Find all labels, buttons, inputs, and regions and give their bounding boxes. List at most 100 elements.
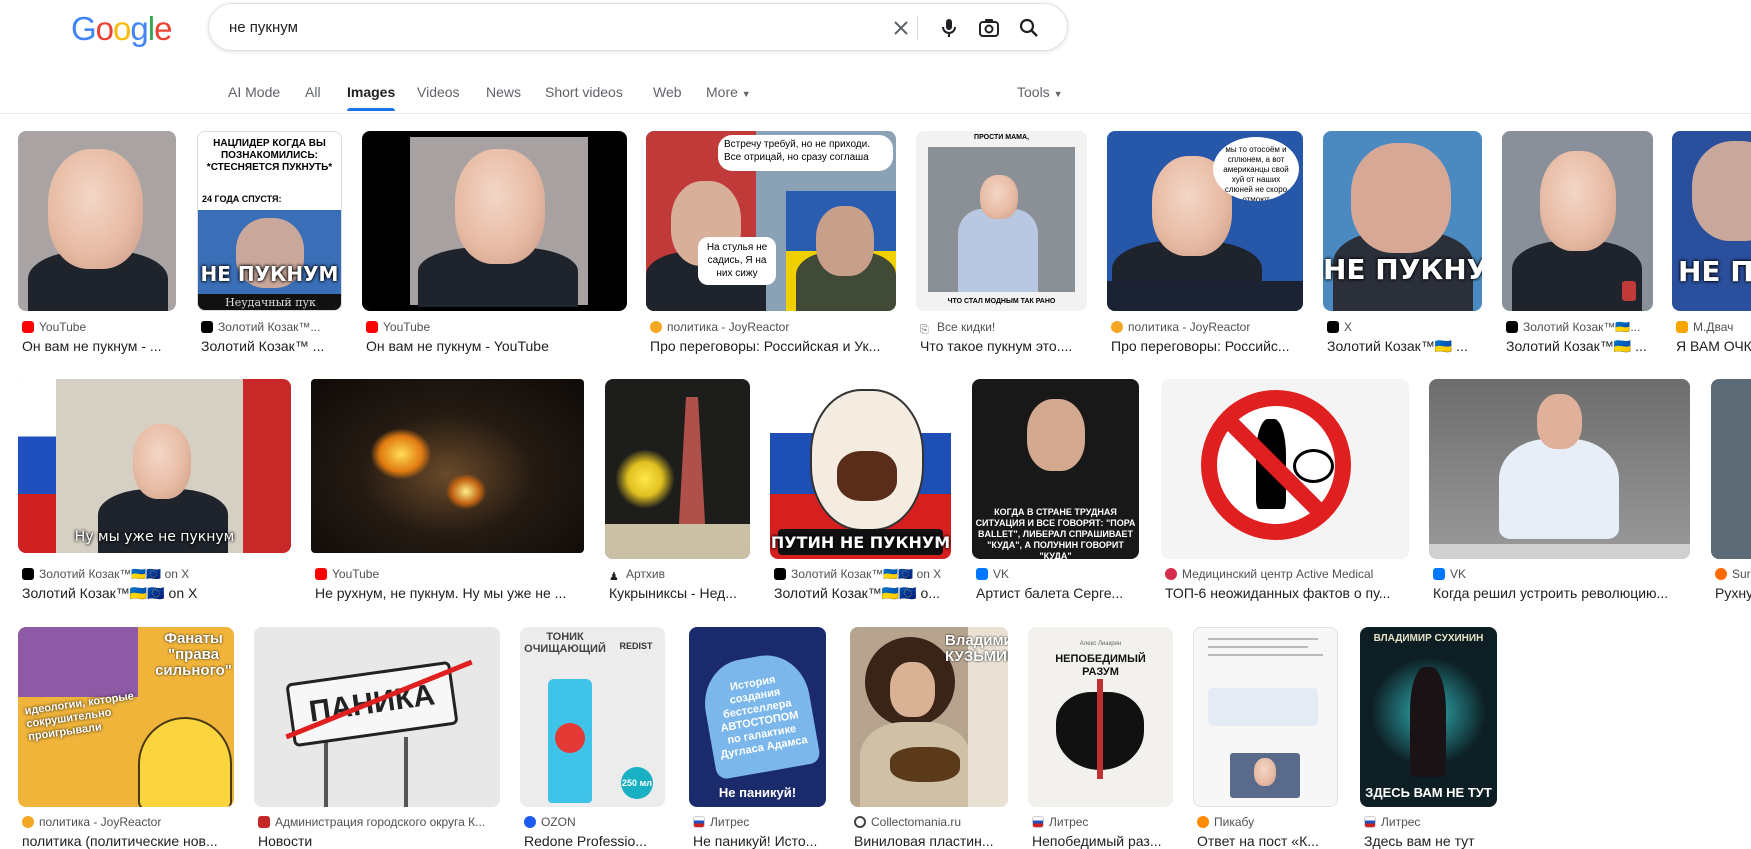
microphone-icon[interactable]: [937, 16, 961, 40]
source-label: Collectomania.ru: [871, 815, 962, 829]
source-label: Администрация городского округа К...: [275, 815, 486, 829]
tab-ai-mode[interactable]: AI Mode: [228, 84, 280, 100]
face-shape: [1540, 151, 1616, 251]
result-thumbnail: Фанаты "права сильного" идеологии, котор…: [18, 627, 234, 807]
result-source: Медицинский центр Active Medical: [1165, 567, 1410, 581]
face-shape: [816, 206, 874, 276]
result-thumbnail: НАЦЛИДЕР КОГДА ВЫ ПОЗНАКОМИЛИСЬ: *СТЕСНЯ…: [197, 131, 342, 311]
result-source: М.Двач: [1676, 320, 1751, 334]
result-source: Литрес: [693, 815, 827, 829]
desk-shape: [1429, 544, 1690, 559]
result-source: Литрес: [1364, 815, 1498, 829]
dvach-icon: [1676, 321, 1688, 333]
rage-face-shape: [810, 389, 924, 531]
result-source: YouTube: [22, 320, 177, 334]
result-title[interactable]: Когда решил устроить революцию...: [1433, 585, 1691, 601]
header-divider: [0, 113, 1751, 114]
tools-label: Tools: [1017, 84, 1050, 100]
result-title[interactable]: Кукрыниксы - Нед...: [609, 585, 751, 601]
source-label: М.Двач: [1693, 320, 1734, 334]
result-title[interactable]: Я ВАМ ОЧК: [1676, 338, 1751, 354]
standard-flag: [243, 379, 291, 553]
sign-post: [404, 737, 408, 807]
tools-button[interactable]: Tools ▼: [1017, 84, 1063, 100]
result-title[interactable]: Золотий Козак™🇺🇦🇪🇺 on X: [22, 585, 292, 602]
russian-flag: [18, 379, 56, 553]
pikabu-icon: [1197, 816, 1209, 828]
result-title[interactable]: Золотий Козак™ ...: [201, 338, 341, 354]
result-title[interactable]: Не рухнум, не пукнум. Ну мы уже не ...: [315, 585, 585, 601]
source-label: Sur: [1732, 567, 1751, 581]
meme-caption: НЕ ПУКНУМ: [200, 262, 339, 286]
result-thumbnail: ПУТИН НЕ ПУКНУМ: [770, 379, 951, 559]
collectomania-icon: [854, 816, 866, 828]
source-label: политика - JoyReactor: [667, 320, 790, 334]
source-label: политика - JoyReactor: [1128, 320, 1251, 334]
chevron-down-icon: ▼: [741, 89, 751, 99]
meme-caption: НЕ ПУКНУМ: [1323, 253, 1482, 286]
tab-more-label: More: [706, 84, 738, 100]
result-title[interactable]: Артист балета Серге...: [976, 585, 1140, 601]
lens-camera-icon[interactable]: [977, 16, 1001, 40]
tab-all[interactable]: All: [305, 84, 321, 100]
x-icon: [1327, 321, 1339, 333]
face-shape: [980, 175, 1018, 219]
clear-icon[interactable]: [889, 16, 913, 40]
tab-more[interactable]: More ▼: [706, 84, 751, 100]
result-source: ⎘ Все кидки!: [920, 320, 1088, 336]
image-result[interactable]: НЕ П М.Двач Я ВАМ ОЧК: [1672, 131, 1751, 361]
face-shape: [455, 149, 545, 264]
tab-web[interactable]: Web: [653, 84, 682, 100]
video-frame: [410, 137, 588, 307]
source-label: Литрес: [1049, 815, 1089, 829]
result-thumbnail: ТОНИК ОЧИЩАЮЩИЙ REDIST 250 мл: [520, 627, 665, 807]
result-source: YouTube: [315, 567, 585, 581]
vk-icon: [1433, 568, 1445, 580]
result-title[interactable]: Золотий Козак™🇺🇦 ...: [1506, 338, 1654, 355]
result-title[interactable]: Про переговоры: Российс...: [1111, 338, 1303, 354]
face-shape: [1254, 758, 1276, 786]
face-shape: [48, 149, 143, 269]
result-source: X: [1327, 320, 1483, 334]
face-shape: [1537, 394, 1582, 449]
result-title[interactable]: ТОП-6 неожиданных фактов о пу...: [1165, 585, 1410, 601]
source-label: YouTube: [39, 320, 87, 334]
result-title[interactable]: Он вам не пукнум - YouTube: [366, 338, 626, 354]
author-label: Алекс Лиакрин: [1079, 641, 1122, 647]
tab-images[interactable]: Images: [347, 84, 396, 111]
face-shape: [133, 424, 191, 499]
tab-short-videos[interactable]: Short videos: [545, 84, 623, 100]
result-title[interactable]: Золотий Козак™🇺🇦 ...: [1327, 338, 1483, 355]
search-input[interactable]: не пукнум: [229, 19, 298, 36]
result-title[interactable]: Он вам не пукнум - ...: [22, 338, 177, 354]
google-logo[interactable]: Google: [71, 10, 172, 48]
shirt-shape: [1499, 439, 1619, 539]
search-icon[interactable]: [1017, 16, 1041, 40]
joyreactor-icon: [22, 816, 34, 828]
source-label: Литрес: [1381, 815, 1421, 829]
ozon-icon: [524, 816, 536, 828]
tab-videos[interactable]: Videos: [417, 84, 460, 100]
meme-caption: идеологии, которые сокрушительно проигры…: [23, 690, 135, 744]
result-source: Золотий Козак™...: [201, 320, 341, 334]
source-label: OZON: [541, 815, 576, 829]
photo-panel: [928, 147, 1075, 292]
result-thumbnail: ПРОСТИ МАМА, ЧТО СТАЛ МОДНЫМ ТАК РАНО: [916, 131, 1087, 311]
result-thumbnail: мы то отосоём и сплюнем, а вот американц…: [1107, 131, 1303, 311]
result-title[interactable]: Про переговоры: Российская и Ук...: [650, 338, 895, 354]
image-result[interactable]: Sur Рухну: [1711, 379, 1751, 609]
result-source: политика - JoyReactor: [22, 815, 234, 829]
source-label: YouTube: [332, 567, 380, 581]
result-title[interactable]: Что такое пукнум это....: [920, 338, 1088, 354]
result-title[interactable]: Золотий Козак™🇺🇦🇪🇺 o...: [774, 585, 952, 602]
result-title[interactable]: Рухну: [1715, 585, 1751, 601]
explosion-shape: [446, 474, 486, 509]
result-thumbnail: [311, 379, 584, 553]
explosion-shape: [371, 429, 431, 479]
volume-badge: 250 мл: [621, 767, 653, 799]
tab-news[interactable]: News: [486, 84, 521, 100]
result-thumbnail: Владимир КУЗЬМИН: [850, 627, 1008, 807]
search-box[interactable]: не пукнум: [208, 3, 1068, 51]
meme-caption-bottom: ЧТО СТАЛ МОДНЫМ ТАК РАНО: [947, 298, 1056, 305]
hoodie-shape: [958, 209, 1038, 292]
